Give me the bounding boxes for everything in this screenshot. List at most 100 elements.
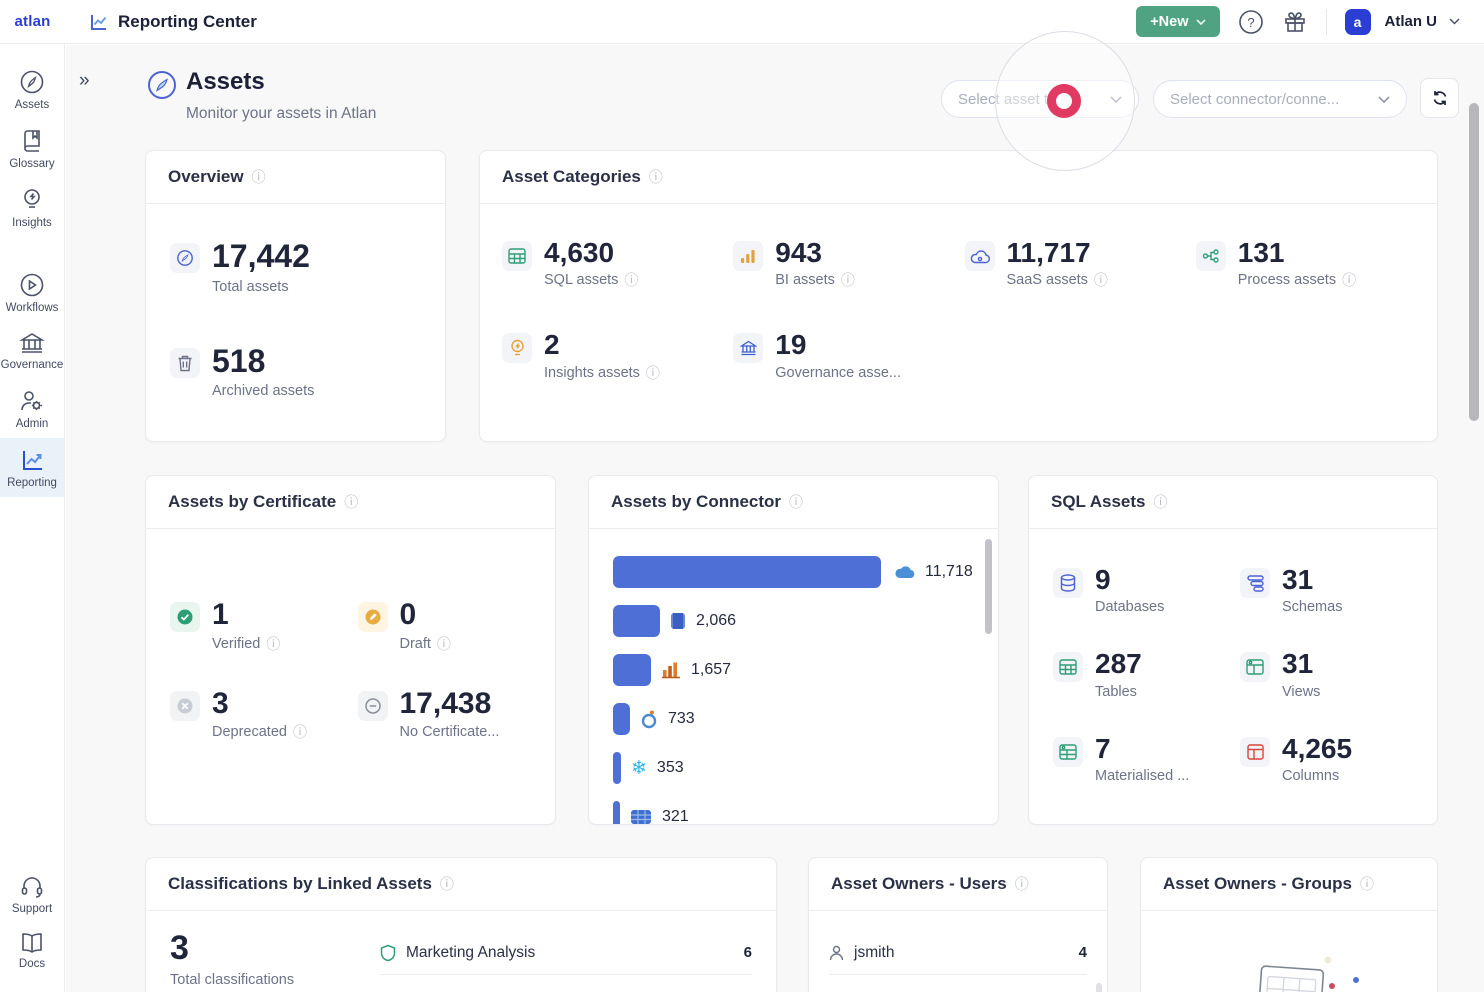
classification-row[interactable]: Marketing Analysis 6 bbox=[380, 931, 752, 975]
card-title: Asset Owners - Groups bbox=[1163, 874, 1352, 894]
stat-insights-assets: 2 Insights assetsⓘ bbox=[502, 330, 733, 380]
info-icon[interactable]: ⓘ bbox=[649, 170, 663, 184]
card-title: Asset Owners - Users bbox=[831, 874, 1007, 894]
connector-select[interactable]: Select connector/conne... bbox=[1153, 80, 1407, 118]
stat-label: SQL assets bbox=[544, 272, 618, 288]
user-row[interactable]: jsmith 4 bbox=[829, 931, 1087, 975]
user-menu[interactable]: a Atlan U bbox=[1345, 9, 1461, 35]
card-title: Classifications by Linked Assets bbox=[168, 874, 432, 894]
gift-icon[interactable] bbox=[1282, 9, 1308, 35]
sidebar-item-label: Insights bbox=[12, 217, 52, 229]
reporting-center-app: atlan Reporting Center +New ? a Atlan U bbox=[0, 0, 1484, 992]
topbar: atlan Reporting Center +New ? a Atlan U bbox=[0, 0, 1484, 44]
bar-salesforce bbox=[613, 556, 881, 588]
view-icon bbox=[1240, 652, 1270, 682]
bulb-icon bbox=[20, 187, 44, 213]
classification-name: Marketing Analysis bbox=[406, 944, 535, 962]
info-icon[interactable]: ⓘ bbox=[344, 495, 358, 509]
sidebar-item-label: Docs bbox=[19, 958, 45, 970]
card-title: Assets by Connector bbox=[611, 492, 781, 512]
info-icon[interactable]: ⓘ bbox=[789, 495, 803, 509]
line-chart-icon bbox=[89, 12, 109, 32]
stat-value: 9 bbox=[1095, 565, 1164, 594]
sidebar-item-insights[interactable]: Insights bbox=[0, 178, 64, 237]
chart-scrollbar-thumb[interactable] bbox=[985, 539, 992, 634]
asset-type-select[interactable]: Select asset type bbox=[941, 80, 1139, 118]
page-subtitle: Monitor your assets in Atlan bbox=[186, 105, 376, 123]
new-button-label: +New bbox=[1150, 14, 1188, 30]
card-title: SQL Assets bbox=[1051, 492, 1146, 512]
stat-value: 943 bbox=[775, 238, 855, 267]
app-title: Reporting Center bbox=[118, 12, 257, 32]
info-icon[interactable]: ⓘ bbox=[266, 637, 280, 651]
info-icon[interactable]: ⓘ bbox=[293, 725, 307, 739]
sidebar-expand-button[interactable]: » bbox=[79, 70, 88, 92]
users-scrollbar-thumb[interactable] bbox=[1096, 983, 1102, 992]
chevron-down-icon bbox=[1449, 18, 1460, 25]
bar-value: 11,718 bbox=[925, 563, 973, 581]
info-icon[interactable]: ⓘ bbox=[252, 170, 266, 184]
stat-label: Deprecated bbox=[212, 724, 287, 740]
sidebar-item-assets[interactable]: Assets bbox=[0, 60, 64, 119]
sidebar-item-reporting[interactable]: Reporting bbox=[0, 438, 64, 497]
circle-minus-icon bbox=[358, 691, 388, 721]
info-icon[interactable]: ⓘ bbox=[624, 273, 638, 287]
classifications-card: Classifications by Linked Assets ⓘ 3 Tot… bbox=[145, 857, 777, 992]
stat-value: 0 bbox=[400, 599, 451, 631]
stat-label: Process assets bbox=[1238, 272, 1336, 288]
chevron-down-icon bbox=[1196, 19, 1206, 25]
stat-databases: 9 Databases bbox=[1053, 565, 1240, 615]
atlan-logo[interactable]: atlan bbox=[14, 13, 50, 30]
svg-text:?: ? bbox=[1247, 15, 1254, 30]
stat-value: 518 bbox=[212, 345, 314, 379]
salesforce-icon bbox=[891, 564, 915, 580]
info-icon[interactable]: ⓘ bbox=[1154, 495, 1168, 509]
sidebar-item-workflows[interactable]: Workflows bbox=[0, 263, 64, 322]
bar-value: 1,657 bbox=[691, 661, 731, 679]
info-icon[interactable]: ⓘ bbox=[440, 877, 454, 891]
bar-snowflake bbox=[613, 752, 621, 784]
refresh-button[interactable] bbox=[1420, 78, 1459, 118]
chart-row: 321 bbox=[613, 801, 974, 825]
info-icon[interactable]: ⓘ bbox=[437, 637, 451, 651]
card-title: Assets by Certificate bbox=[168, 492, 336, 512]
stat-label: Materialised ... bbox=[1095, 768, 1189, 784]
sidebar-group-gap bbox=[0, 237, 64, 263]
sidebar-item-docs[interactable]: Docs bbox=[0, 923, 64, 978]
stat-label: Schemas bbox=[1282, 599, 1342, 615]
stat-label: Archived assets bbox=[212, 383, 314, 399]
connector-placeholder: Select connector/conne... bbox=[1170, 91, 1339, 108]
sidebar-item-label: Admin bbox=[16, 418, 49, 430]
info-icon[interactable]: ⓘ bbox=[1015, 877, 1029, 891]
bank-icon bbox=[19, 331, 45, 355]
info-icon[interactable]: ⓘ bbox=[1360, 877, 1374, 891]
schema-icon bbox=[1240, 568, 1270, 598]
page-scrollbar-thumb[interactable] bbox=[1469, 103, 1479, 421]
stat-value: 4,630 bbox=[544, 238, 638, 267]
stat-value: 1 bbox=[212, 599, 280, 631]
sidebar-item-admin[interactable]: Admin bbox=[0, 379, 64, 438]
info-icon[interactable]: ⓘ bbox=[841, 273, 855, 287]
stat-label: Columns bbox=[1282, 768, 1339, 784]
sidebar-item-governance[interactable]: Governance bbox=[0, 322, 64, 379]
bar-value: 733 bbox=[668, 710, 695, 728]
stat-label: Views bbox=[1282, 684, 1320, 700]
sidebar-item-label: Workflows bbox=[6, 302, 59, 314]
info-icon[interactable]: ⓘ bbox=[1094, 273, 1108, 287]
sidebar-item-support[interactable]: Support bbox=[0, 866, 64, 923]
sql-assets-card: SQL Assets ⓘ 9 Databases 31 Schemas bbox=[1028, 475, 1438, 825]
sidebar-item-glossary[interactable]: Glossary bbox=[0, 119, 64, 178]
compass-icon bbox=[19, 69, 45, 95]
info-icon[interactable]: ⓘ bbox=[1342, 273, 1356, 287]
sidebar-item-label: Glossary bbox=[9, 158, 54, 170]
stat-label: Total classifications bbox=[170, 972, 294, 988]
asset-owners-groups-card: Asset Owners - Groups ⓘ bbox=[1140, 857, 1438, 992]
info-icon[interactable]: ⓘ bbox=[646, 366, 660, 380]
orange-bars-connector-icon-bar bbox=[613, 654, 651, 686]
stat-materialised-views: 7 Materialised ... bbox=[1053, 734, 1240, 784]
help-icon[interactable]: ? bbox=[1238, 9, 1264, 35]
stat-verified: 1 Verifiedⓘ bbox=[170, 599, 358, 652]
snowflake-icon: ❄ bbox=[631, 759, 647, 778]
new-button[interactable]: +New bbox=[1136, 6, 1219, 37]
blue-grid-connector-icon bbox=[630, 809, 652, 825]
